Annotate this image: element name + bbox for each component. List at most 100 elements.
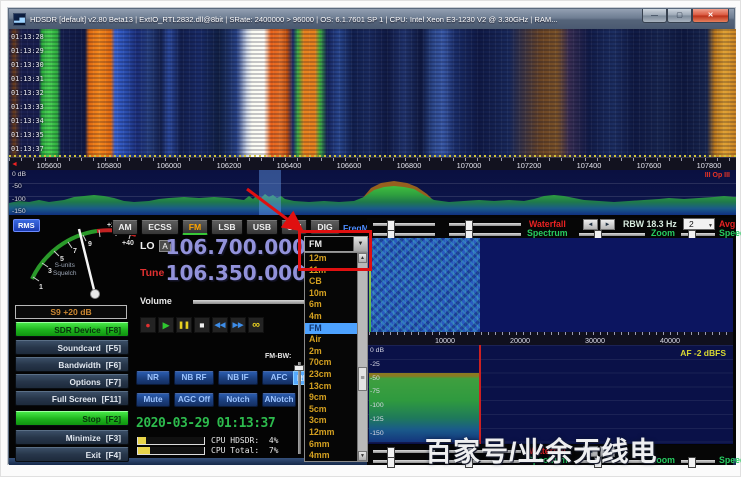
waterfall-timestamp: 01:13:30 xyxy=(11,61,44,69)
anotch-button[interactable]: ANotch xyxy=(262,393,296,407)
waterfall-timestamp: 01:13:34 xyxy=(11,117,44,125)
zoom-slider[interactable] xyxy=(579,233,645,236)
rewind-button[interactable]: ◀◀ xyxy=(212,317,228,333)
mute-button[interactable]: Mute xyxy=(136,393,170,407)
rf-spectrum-display[interactable]: 0 dB-50-100-150 III Op III xyxy=(9,170,736,215)
frequency-tick-label: 106800 xyxy=(385,161,433,170)
rf-frequency-scale[interactable]: ◄ 10560010580010600010620010640010660010… xyxy=(9,157,736,170)
af-frequency-scale[interactable]: 10000200003000040000 xyxy=(367,332,733,345)
scroll-down-icon[interactable]: ▼ xyxy=(358,451,367,461)
maximize-window-button[interactable]: ▢ xyxy=(667,9,692,23)
cpu-hdsdr-text: CPU HDSDR: 4% xyxy=(211,436,278,445)
waterfall-timestamp: 01:13:29 xyxy=(11,47,44,55)
rf-db-label: 0 dB xyxy=(12,171,26,178)
mode-button-ecss[interactable]: ECSS xyxy=(141,220,179,235)
stop-playback-button[interactable]: ■ xyxy=(194,317,210,333)
overload-indicator: III Op III xyxy=(705,172,730,179)
spectrum-offset-slider[interactable] xyxy=(449,233,521,236)
nr-button[interactable]: NR xyxy=(136,371,170,385)
mode-button-am[interactable]: AM xyxy=(112,220,138,235)
frequency-tick-label: 106000 xyxy=(145,161,193,170)
fm-bandwidth-slider[interactable] xyxy=(298,362,301,454)
frequency-tick-label: 107400 xyxy=(565,161,613,170)
rf-db-label: -50 xyxy=(12,183,22,190)
minimize-window-button[interactable]: — xyxy=(642,9,667,23)
window-title: HDSDR [default] v2.80 Beta13 | ExtIO_RTL… xyxy=(30,15,640,24)
spectrum-gain-slider[interactable] xyxy=(373,233,435,236)
frequency-tick-label: 106600 xyxy=(325,161,373,170)
cpu-total-text: CPU Total: 7% xyxy=(211,446,278,455)
fm-bandwidth-slider-thumb[interactable] xyxy=(294,365,304,371)
waterfall-timestamp: 01:13:37 xyxy=(11,145,44,153)
frequency-tick-label: 107000 xyxy=(445,161,493,170)
af-frequency-tick-label: 20000 xyxy=(500,336,540,345)
signal-strength-readout: S9 +20 dB xyxy=(15,305,127,319)
loop-button[interactable]: ∞ xyxy=(248,317,264,333)
waterfall-timestamp: 01:13:28 xyxy=(11,33,44,41)
zoom-label: Zoom xyxy=(651,228,675,238)
frequency-tick-label: 106400 xyxy=(265,161,313,170)
waterfall-timestamp: 01:13:31 xyxy=(11,75,44,83)
af-db-label: -75 xyxy=(370,388,380,395)
play-button[interactable]: ▶ xyxy=(158,317,174,333)
tune-frequency-value[interactable]: 106.350.000 xyxy=(164,261,306,285)
minimize-button[interactable]: Minimize[F3] xyxy=(15,430,129,445)
waterfall-timestamp: 01:13:35 xyxy=(11,131,44,139)
af-waterfall-display[interactable] xyxy=(367,238,733,332)
exit-button[interactable]: Exit[F4] xyxy=(15,447,129,462)
soundcard-button[interactable]: Soundcard[F5] xyxy=(15,340,129,355)
sdr-device-button[interactable]: SDR Device[F8] xyxy=(15,322,129,337)
waterfall-brightness-slider[interactable] xyxy=(449,223,521,226)
af-db-label: -150 xyxy=(370,430,384,437)
hdsdr-app-icon: ▂▅ xyxy=(13,13,26,26)
speed-slider[interactable] xyxy=(681,460,715,463)
waterfall-contrast-slider[interactable] xyxy=(373,223,435,226)
smeter-tick-1: 1 xyxy=(39,284,43,291)
avg-select[interactable]: 2 xyxy=(683,218,715,230)
af-frequency-tick-label: 10000 xyxy=(425,336,465,345)
rbw-increase-icon[interactable]: ► xyxy=(600,219,615,230)
rf-waterfall-display[interactable]: 01:13:28 01:13:29 01:13:30 01:13:31 01:13:32… xyxy=(9,29,736,157)
hdsdr-window: ▂▅ HDSDR [default] v2.80 Beta13 | ExtIO_… xyxy=(8,8,735,464)
rms-badge: RMS xyxy=(13,219,40,232)
bandwidth-button[interactable]: Bandwidth[F6] xyxy=(15,357,129,372)
full-screen-button[interactable]: Full Screen[F11] xyxy=(15,391,129,406)
scale-left-arrow-icon[interactable]: ◄ xyxy=(11,161,18,168)
spectrum-label: Spectrum xyxy=(527,228,568,238)
nb-rf-button[interactable]: NB RF xyxy=(174,371,214,385)
speed-slider[interactable] xyxy=(681,233,715,236)
nb-if-button[interactable]: NB IF xyxy=(218,371,258,385)
smeter-tick-40: +40 xyxy=(122,240,134,247)
dropdown-scrollbar[interactable]: ▲ ≡ ▼ xyxy=(357,253,367,461)
smeter-needle xyxy=(79,229,95,294)
af-db-label: -25 xyxy=(370,361,380,368)
close-window-button[interactable]: ✕ xyxy=(692,9,729,23)
mode-button-fm[interactable]: FM xyxy=(182,220,208,235)
smeter-tick-7: 7 xyxy=(73,248,77,255)
title-bar[interactable]: ▂▅ HDSDR [default] v2.80 Beta13 | ExtIO_… xyxy=(9,9,734,29)
waterfall-timestamp: 01:13:32 xyxy=(11,89,44,97)
options-button[interactable]: Options[F7] xyxy=(15,374,129,389)
pause-button[interactable]: ❚❚ xyxy=(176,317,192,333)
af-db-label: -125 xyxy=(370,416,384,423)
frequency-tick-label: 107200 xyxy=(505,161,553,170)
af-frequency-tick-label: 40000 xyxy=(650,336,690,345)
waterfall-timestamp: 01:13:33 xyxy=(11,103,44,111)
notch-button[interactable]: Notch xyxy=(218,393,258,407)
stop-button[interactable]: Stop[F2] xyxy=(15,411,129,426)
frequency-tick-label: 105600 xyxy=(25,161,73,170)
agc-off-button[interactable]: AGC Off xyxy=(174,393,214,407)
volume-slider[interactable] xyxy=(193,300,305,304)
rf-spectrum-trace xyxy=(9,170,736,215)
rbw-decrease-icon[interactable]: ◄ xyxy=(583,219,598,230)
fm-bandwidth-label: FM-BW: xyxy=(265,353,291,360)
scrollbar-thumb[interactable]: ≡ xyxy=(358,367,367,391)
annotation-arrow xyxy=(237,181,317,241)
afc-button[interactable]: AFC xyxy=(262,371,296,385)
speed-label: Speed xyxy=(719,228,741,238)
fast-forward-button[interactable]: ▶▶ xyxy=(230,317,246,333)
tune-label: Tune xyxy=(140,267,164,279)
record-button[interactable]: ● xyxy=(140,317,156,333)
squelch-label: S-units Squelch xyxy=(53,262,77,277)
frequency-tick-label: 107600 xyxy=(625,161,673,170)
